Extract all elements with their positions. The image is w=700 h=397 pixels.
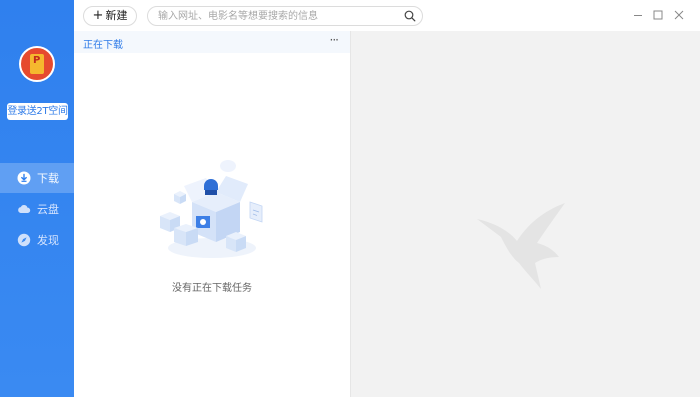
download-panel: 正在下载 ··· 没有正在下载任务	[74, 31, 350, 397]
avatar[interactable]	[19, 46, 55, 82]
detail-pane	[351, 31, 700, 397]
sidebar-item-label: 下载	[37, 172, 59, 185]
tab-downloading[interactable]: 正在下载	[83, 36, 123, 51]
sidebar-item-label: 发现	[37, 234, 59, 247]
compass-icon	[17, 233, 31, 247]
empty-state-text: 没有正在下载任务	[172, 283, 252, 294]
sidebar-item-discover[interactable]: 发现	[0, 225, 74, 255]
sidebar: 登录送2T空间 下载 云盘 发现	[0, 0, 74, 397]
cloud-icon	[18, 204, 31, 213]
sidebar-item-download[interactable]: 下载	[0, 163, 74, 193]
hummingbird-logo-icon	[477, 203, 565, 289]
panel-header: 正在下载 ···	[74, 31, 350, 53]
new-task-label: 新建	[105, 9, 128, 22]
close-icon[interactable]	[673, 9, 685, 21]
more-icon[interactable]: ···	[330, 34, 340, 46]
search-icon[interactable]	[404, 10, 416, 22]
top-bar: + 新建	[74, 0, 700, 31]
search-box[interactable]	[147, 6, 423, 26]
maximize-icon[interactable]	[652, 9, 664, 21]
avatar-image	[30, 54, 44, 74]
empty-box-illustration	[160, 160, 263, 258]
plus-icon: +	[92, 8, 104, 23]
download-icon	[17, 171, 31, 185]
search-input[interactable]	[158, 8, 398, 24]
minimize-icon[interactable]	[632, 9, 644, 21]
login-button[interactable]: 登录送2T空间	[7, 103, 68, 120]
new-task-button[interactable]: + 新建	[83, 6, 137, 26]
sidebar-item-label: 云盘	[37, 203, 59, 216]
sidebar-item-cloud[interactable]: 云盘	[0, 194, 74, 224]
